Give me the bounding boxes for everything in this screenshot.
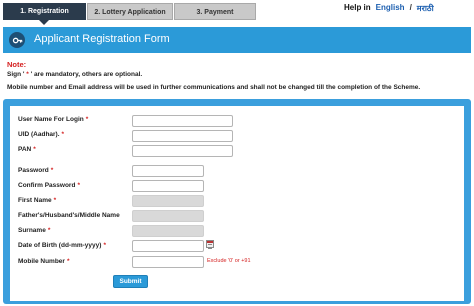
dob-label: Date of Birth (dd-mm-yyyy) * xyxy=(18,242,106,249)
mobile-hint: Exclude '0' or +91 xyxy=(207,258,251,264)
first-name-label-text: First Name xyxy=(18,197,52,204)
required-marker: * xyxy=(61,131,65,138)
pan-label: PAN * xyxy=(18,146,36,153)
mobile-input[interactable] xyxy=(132,256,204,268)
step-tabs: 1. Registration 2. Lottery Application 3… xyxy=(3,3,257,25)
calendar-icon[interactable] xyxy=(206,240,214,249)
mobile-label: Mobile Number * xyxy=(18,258,69,265)
pan-label-text: PAN xyxy=(18,146,32,153)
username-label-text: User Name For Login xyxy=(18,116,84,123)
confirm-password-label: Confirm Password * xyxy=(18,182,80,189)
required-marker: * xyxy=(50,167,54,174)
required-marker: * xyxy=(77,182,80,189)
middle-name-input[interactable] xyxy=(132,210,204,222)
submit-button[interactable]: Submit xyxy=(113,275,148,288)
password-input[interactable] xyxy=(132,165,204,177)
required-marker: * xyxy=(66,258,70,265)
required-marker: * xyxy=(47,227,51,234)
key-icon xyxy=(9,32,25,48)
surname-label: Surname * xyxy=(18,227,50,234)
language-separator: / xyxy=(409,3,412,12)
confirm-password-input[interactable] xyxy=(132,180,204,192)
required-marker: * xyxy=(85,116,89,123)
required-marker: * xyxy=(53,197,57,204)
middle-name-label: Father's/Husband's/Middle Name xyxy=(18,212,122,219)
dob-label-text: Date of Birth (dd-mm-yyyy) xyxy=(18,242,102,249)
middle-name-label-text: Father's/Husband's/Middle Name xyxy=(18,212,120,219)
form-header-banner: Applicant Registration Form xyxy=(3,27,471,53)
required-marker: * xyxy=(33,146,36,153)
confirm-password-label-text: Confirm Password xyxy=(18,182,76,189)
dob-input[interactable] xyxy=(132,240,204,252)
page-title: Applicant Registration Form xyxy=(34,33,170,45)
password-label-text: Password xyxy=(18,167,49,174)
first-name-input[interactable] xyxy=(132,195,204,207)
tab-payment[interactable]: 3. Payment xyxy=(174,3,256,20)
form-panel xyxy=(10,106,464,301)
communication-note: Mobile number and Email address will be … xyxy=(7,84,421,91)
uid-input[interactable] xyxy=(132,130,233,142)
language-links: Help in English / मराठी xyxy=(344,3,434,14)
mandatory-note-prefix: Sign ' xyxy=(7,71,25,78)
pan-input[interactable] xyxy=(132,145,233,157)
uid-label: UID (Aadhar). * xyxy=(18,131,64,138)
password-label: Password * xyxy=(18,167,53,174)
help-in-label: Help in xyxy=(344,3,371,12)
english-link[interactable]: English xyxy=(376,3,405,14)
username-input[interactable] xyxy=(132,115,233,127)
mandatory-note-suffix: ' are mandatory, others are optional. xyxy=(30,71,143,78)
note-heading: Note: xyxy=(7,60,27,69)
surname-input[interactable] xyxy=(132,225,204,237)
uid-label-text: UID (Aadhar). xyxy=(18,131,60,138)
username-label: User Name For Login * xyxy=(18,116,88,123)
mobile-label-text: Mobile Number xyxy=(18,258,65,265)
tab-lottery-application[interactable]: 2. Lottery Application xyxy=(87,3,173,20)
tab-registration[interactable]: 1. Registration xyxy=(3,3,86,25)
surname-label-text: Surname xyxy=(18,227,46,234)
marathi-link[interactable]: मराठी xyxy=(417,3,434,14)
mandatory-note: Sign ' * ' are mandatory, others are opt… xyxy=(7,71,142,78)
required-marker: * xyxy=(103,242,106,249)
first-name-label: First Name * xyxy=(18,197,56,204)
